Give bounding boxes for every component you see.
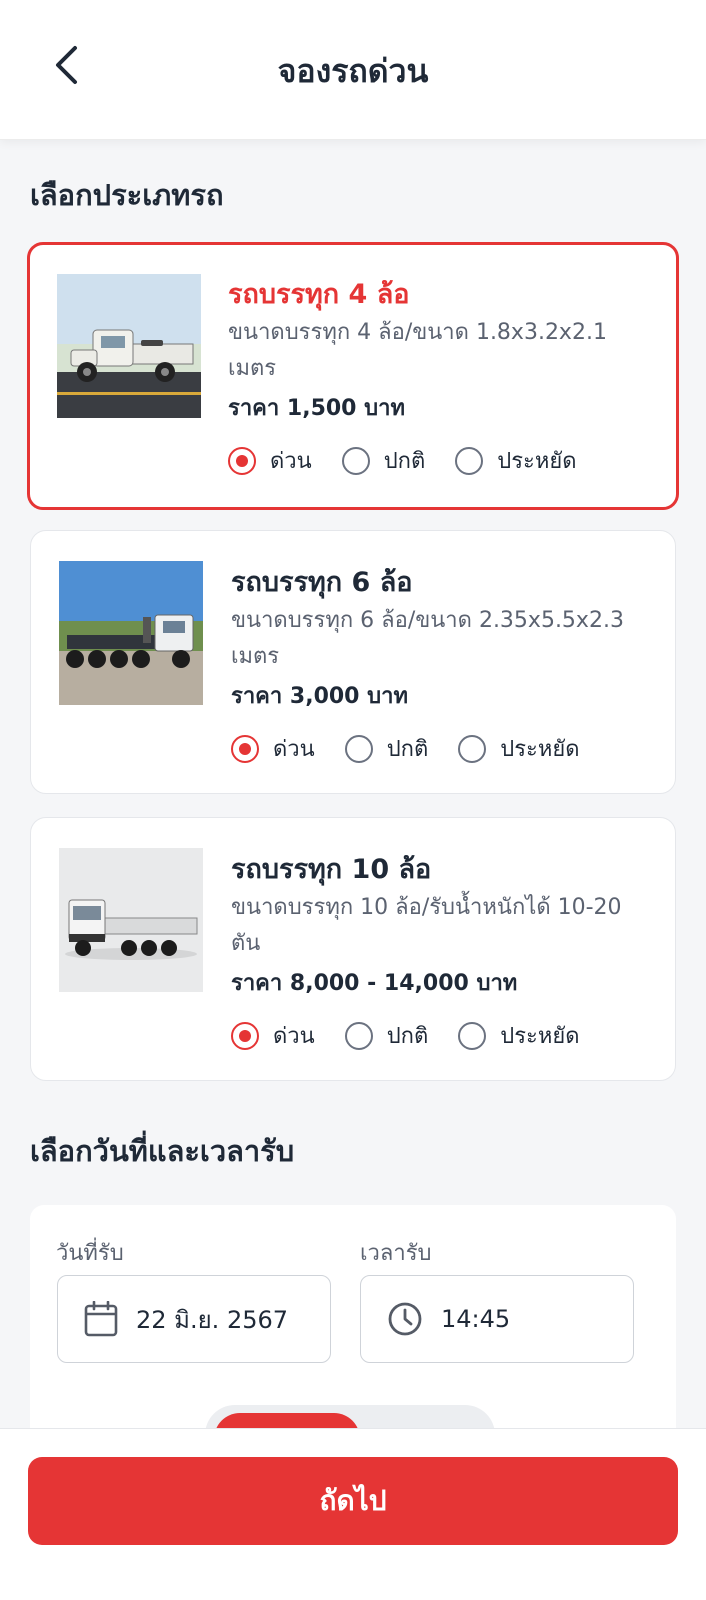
vehicle-description: ขนาดบรรทุก 4 ล้อ/ขนาด 1.8x3.2x2.1 เมตร [228,320,607,381]
truck-4-wheel-image [57,274,201,418]
vehicle-name: รถบรรทุก 6 ล้อ [231,567,413,598]
bottom-action-bar: ถัดไป [0,1428,706,1600]
vehicle-card-6-wheel[interactable]: รถบรรทุก 6 ล้อ ขนาดบรรทุก 6 ล้อ/ขนาด 2.3… [30,530,676,794]
radio-selected-icon [228,446,256,475]
radio-unselected-icon [455,446,484,475]
vehicle-price: ราคา 8,000 - 14,000 บาท [231,971,518,996]
radio-unselected-icon [344,734,373,763]
truck-6-wheel-image [59,561,203,705]
calendar-icon [84,1301,118,1337]
radio-unselected-icon [344,1021,373,1050]
radio-express[interactable]: ด่วน [231,731,315,766]
date-value: 22 มิ.ย. 2567 [136,1305,289,1334]
radio-economy[interactable]: ประหยัด [458,731,580,766]
radio-normal[interactable]: ปกติ [344,731,428,766]
clock-icon [388,1302,422,1336]
radio-unselected-icon [458,1021,487,1050]
truck-10-wheel-image [59,848,203,992]
radio-normal[interactable]: ปกติ [344,1018,428,1053]
date-picker[interactable]: 22 มิ.ย. 2567 [57,1275,331,1363]
service-level-group: ด่วน ปกติ ประหยัด [228,443,652,478]
vehicle-price: ราคา 3,000 บาท [231,684,408,709]
time-picker[interactable]: 14:45 [360,1275,634,1363]
vehicle-card-10-wheel[interactable]: รถบรรทุก 10 ล้อ ขนาดบรรทุก 10 ล้อ/รับน้ำ… [30,817,676,1081]
vehicle-description: ขนาดบรรทุก 6 ล้อ/ขนาด 2.35x5.5x2.3 เมตร [231,608,624,669]
radio-normal[interactable]: ปกติ [341,443,425,478]
vehicle-description: ขนาดบรรทุก 10 ล้อ/รับน้ำหนักได้ 10-20 ตั… [231,895,622,956]
radio-selected-icon [231,1021,259,1050]
radio-express[interactable]: ด่วน [231,1018,315,1053]
service-level-group: ด่วน ปกติ ประหยัด [231,731,651,766]
service-level-group: ด่วน ปกติ ประหยัด [231,1018,651,1053]
time-value: 14:45 [441,1305,511,1333]
vehicle-name: รถบรรทุก 10 ล้อ [231,854,432,885]
radio-selected-icon [231,734,259,763]
vehicle-section-title: เลือกประเภทรถ [30,178,224,212]
radio-economy[interactable]: ประหยัด [455,443,577,478]
datetime-section-title: เลือกวันที่และเวลารับ [30,1134,295,1168]
app-header: จองรถด่วน [0,0,706,140]
vehicle-name: รถบรรทุก 4 ล้อ [228,279,410,310]
vehicle-card-4-wheel[interactable]: รถบรรทุก 4 ล้อ ขนาดบรรทุก 4 ล้อ/ขนาด 1.8… [27,242,679,510]
radio-express[interactable]: ด่วน [228,443,312,478]
page-title: จองรถด่วน [277,52,429,90]
vehicle-price: ราคา 1,500 บาท [228,396,405,421]
radio-economy[interactable]: ประหยัด [458,1018,580,1053]
radio-unselected-icon [341,446,370,475]
radio-unselected-icon [458,734,487,763]
next-button[interactable]: ถัดไป [28,1457,678,1545]
date-label: วันที่รับ [56,1241,124,1266]
time-label: เวลารับ [360,1241,432,1266]
